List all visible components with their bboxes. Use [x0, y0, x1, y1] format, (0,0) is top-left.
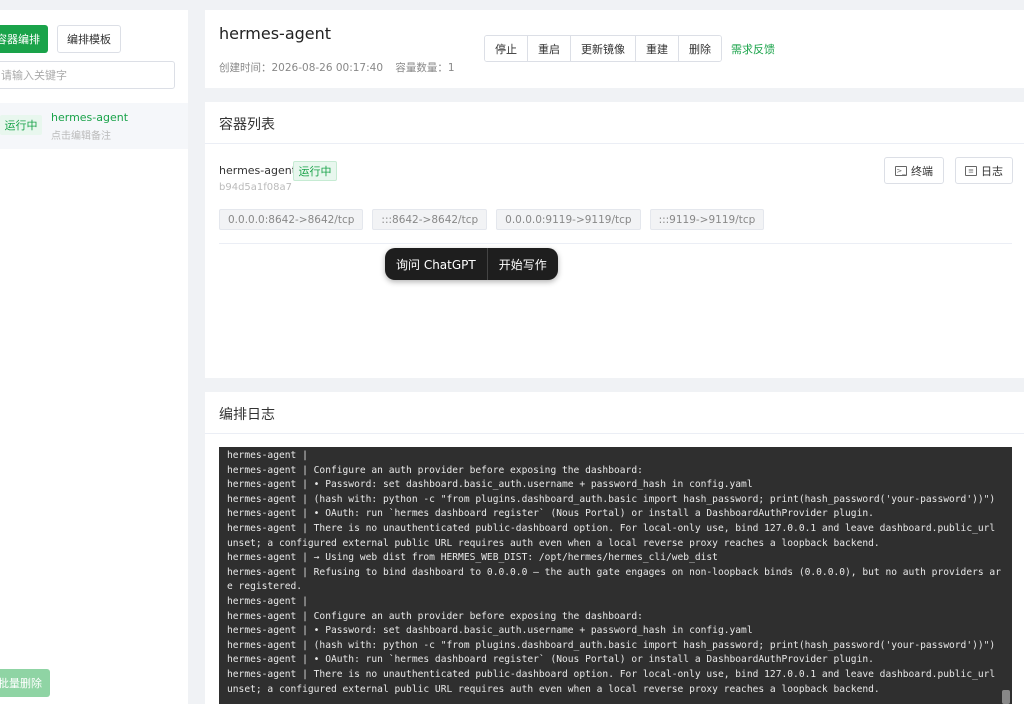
- feedback-link[interactable]: 需求反馈: [731, 41, 775, 57]
- log-line: hermes-agent | • Password: set dashboard…: [227, 479, 753, 491]
- log-line: hermes-agent | (hash with: python -c "fr…: [227, 639, 996, 651]
- header-panel: hermes-agent 创建时间：2026-08-26 00:17:40 容量…: [205, 10, 1024, 88]
- update-image-button[interactable]: 更新镜像: [571, 36, 636, 61]
- log-panel: 编排日志 hermes-agent | hermes-agent | Confi…: [205, 392, 1024, 704]
- port-tag: :::8642->8642/tcp: [372, 209, 488, 230]
- document-icon: ≡: [965, 165, 977, 176]
- selection-popup: 询问 ChatGPT 开始写作: [385, 248, 558, 280]
- section-title: 容器列表: [219, 117, 275, 133]
- action-button-group: 停止 重启 更新镜像 重建 删除: [484, 35, 722, 62]
- status-badge: 运行中: [0, 115, 42, 135]
- port-tag: 0.0.0.0:8642->8642/tcp: [219, 209, 364, 230]
- log-line: hermes-agent |: [227, 595, 308, 607]
- log-button[interactable]: ≡ 日志: [955, 157, 1013, 184]
- edit-note-link[interactable]: 点击编辑备注: [51, 127, 111, 142]
- status-badge: 运行中: [293, 161, 337, 181]
- terminal-button[interactable]: >_ 终端: [884, 157, 944, 184]
- container-name: hermes-agent: [219, 164, 297, 177]
- log-line: hermes-agent | • Password: set dashboard…: [227, 625, 753, 637]
- stop-button[interactable]: 停止: [485, 36, 528, 61]
- log-line: hermes-agent | There is no unauthenticat…: [227, 522, 1001, 549]
- log-line: hermes-agent | → Using web dist from HER…: [227, 552, 718, 564]
- list-item[interactable]: 运行中 hermes-agent 点击编辑备注: [0, 103, 188, 149]
- created-time: 创建时间：2026-08-26 00:17:40: [219, 62, 384, 74]
- log-line: hermes-agent | Configure an auth provide…: [227, 464, 643, 476]
- container-list-panel: 容器列表 hermes-agent 运行中 b94d5a1f08a7 >_ 终端…: [205, 102, 1024, 378]
- search-input[interactable]: 请输入关键字: [0, 61, 175, 89]
- divider: [205, 433, 1024, 434]
- restart-button[interactable]: 重启: [528, 36, 571, 61]
- batch-delete-button[interactable]: 批量删除: [0, 669, 50, 697]
- section-title: 编排日志: [219, 407, 275, 423]
- meta-info: 创建时间：2026-08-26 00:17:40 容量数量：1: [219, 60, 464, 75]
- list-item-name: hermes-agent: [51, 111, 129, 124]
- port-list: 0.0.0.0:8642->8642/tcp :::8642->8642/tcp…: [219, 209, 765, 230]
- log-line: hermes-agent |: [227, 450, 308, 461]
- template-button[interactable]: 编排模板: [57, 25, 121, 53]
- log-line: hermes-agent | Configure an auth provide…: [227, 610, 643, 622]
- log-line: hermes-agent | There is no unauthenticat…: [227, 668, 1001, 695]
- log-line: hermes-agent | (hash with: python -c "fr…: [227, 493, 996, 505]
- divider: [205, 143, 1024, 144]
- log-line: hermes-agent | Refusing to bind dashboar…: [227, 566, 1001, 593]
- log-label: 日志: [981, 164, 1003, 178]
- log-line: hermes-agent | • OAuth: run `hermes dash…: [227, 654, 874, 666]
- rebuild-button[interactable]: 重建: [636, 36, 679, 61]
- divider: [219, 243, 1012, 244]
- container-count: 容量数量：1: [395, 62, 455, 74]
- sidebar: 容器编排 编排模板 请输入关键字 运行中 hermes-agent 点击编辑备注…: [0, 10, 188, 704]
- page-title: hermes-agent: [219, 24, 332, 43]
- port-tag: :::9119->9119/tcp: [649, 209, 765, 230]
- port-tag: 0.0.0.0:9119->9119/tcp: [496, 209, 641, 230]
- delete-button[interactable]: 删除: [679, 36, 721, 61]
- compose-button[interactable]: 容器编排: [0, 25, 48, 53]
- scrollbar[interactable]: [1002, 690, 1010, 704]
- log-output[interactable]: hermes-agent | hermes-agent | Configure …: [219, 447, 1012, 704]
- ask-chatgpt-button[interactable]: 询问 ChatGPT: [385, 248, 487, 280]
- start-writing-button[interactable]: 开始写作: [488, 248, 558, 280]
- log-line: hermes-agent | • OAuth: run `hermes dash…: [227, 508, 874, 520]
- terminal-icon: >_: [895, 165, 907, 176]
- container-id: b94d5a1f08a7: [219, 182, 293, 193]
- terminal-label: 终端: [911, 164, 933, 178]
